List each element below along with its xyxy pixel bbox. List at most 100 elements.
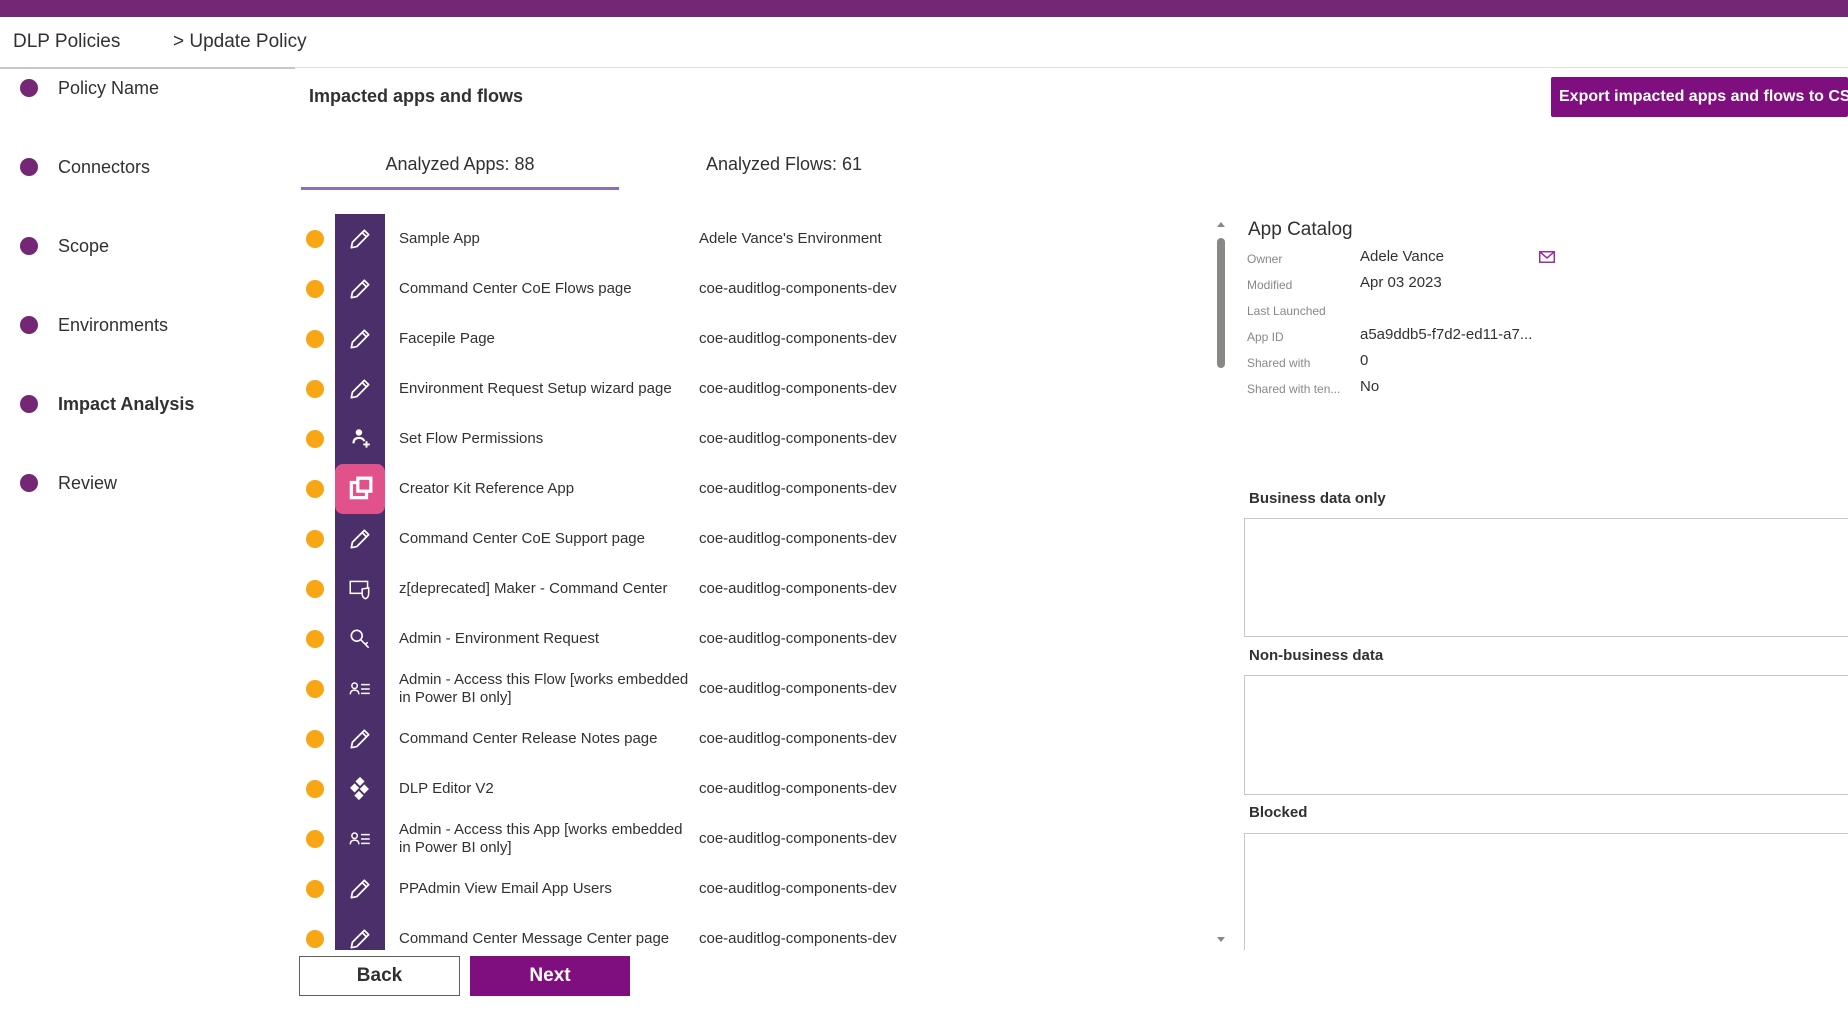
breadcrumb-update-policy: > Update Policy xyxy=(173,31,307,52)
list-item[interactable]: PPAdmin View Email App Users coe-auditlog… xyxy=(297,864,1217,914)
detail-key: App ID xyxy=(1247,330,1284,344)
list-item[interactable]: Command Center Release Notes page coe-aud… xyxy=(297,714,1217,764)
step-label: Impact Analysis xyxy=(58,393,195,414)
step-dot xyxy=(20,237,38,255)
detail-key: Last Launched xyxy=(1247,304,1326,318)
list-item[interactable]: Command Center Message Center page coe-au… xyxy=(297,914,1217,950)
diamond-grid-icon xyxy=(335,764,385,814)
app-name: Admin - Environment Request xyxy=(399,630,600,647)
list-item[interactable]: Environment Request Setup wizard page coe… xyxy=(297,364,1217,414)
warning-status-dot xyxy=(306,730,324,748)
breadcrumb-underline xyxy=(0,67,295,69)
list-item[interactable]: z[deprecated] Maker - Command Center coe-… xyxy=(297,564,1217,614)
pencil-icon xyxy=(335,514,385,564)
app-environment: coe-auditlog-components-dev xyxy=(699,730,897,747)
app-environment: coe-auditlog-components-dev xyxy=(699,830,897,847)
detail-shared-with: Shared with 0 xyxy=(1247,352,1667,374)
step-dot xyxy=(20,316,38,334)
app-name: z[deprecated] Maker - Command Center xyxy=(399,580,668,597)
detail-key: Shared with xyxy=(1247,356,1311,370)
app-name: Command Center CoE Support page xyxy=(399,530,645,547)
step-impact-analysis[interactable]: Impact Analysis xyxy=(20,389,194,419)
list-item[interactable]: Admin - Environment Request coe-auditlog-… xyxy=(297,614,1217,664)
non-business-data-box xyxy=(1244,675,1848,795)
step-label: Scope xyxy=(58,235,110,256)
app-environment: coe-auditlog-components-dev xyxy=(699,580,897,597)
step-review[interactable]: Review xyxy=(20,468,117,498)
detail-last-launched: Last Launched xyxy=(1247,300,1667,322)
app-environment: coe-auditlog-components-dev xyxy=(699,880,897,897)
list-item[interactable]: Creator Kit Reference App coe-auditlog-co… xyxy=(297,464,1217,514)
detail-value: Adele Vance xyxy=(1360,248,1444,265)
app-name: Sample App xyxy=(399,230,480,247)
scroll-down-arrow-icon[interactable] xyxy=(1217,937,1225,942)
next-button[interactable]: Next xyxy=(470,956,630,996)
list-item[interactable]: Set Flow Permissions coe-auditlog-compone… xyxy=(297,414,1217,464)
back-button[interactable]: Back xyxy=(299,956,460,996)
pencil-icon xyxy=(335,314,385,364)
warning-status-dot xyxy=(306,880,324,898)
app-name: Facepile Page xyxy=(399,330,495,347)
detail-value: a5a9ddb5-f7d2-ed11-a7... xyxy=(1360,326,1533,343)
list-item[interactable]: Admin - Access this App [works embedded … xyxy=(297,814,1217,864)
step-policy-name[interactable]: Policy Name xyxy=(20,73,159,103)
app-environment: coe-auditlog-components-dev xyxy=(699,330,897,347)
app-name: PPAdmin View Email App Users xyxy=(399,880,612,897)
tab-analyzed-flows[interactable]: Analyzed Flows: 61 xyxy=(640,154,928,190)
mail-icon[interactable] xyxy=(1539,251,1555,263)
business-data-box xyxy=(1244,518,1848,637)
detail-modified: Modified Apr 03 2023 xyxy=(1247,274,1667,296)
app-environment: coe-auditlog-components-dev xyxy=(699,430,897,447)
scroll-up-arrow-icon[interactable] xyxy=(1217,222,1225,227)
tab-analyzed-apps[interactable]: Analyzed Apps: 88 xyxy=(301,154,619,190)
warning-status-dot xyxy=(306,430,324,448)
warning-status-dot xyxy=(306,930,324,948)
blocked-box xyxy=(1244,833,1848,950)
detail-title: App Catalog xyxy=(1248,219,1353,240)
list-item[interactable]: Facepile Page coe-auditlog-components-dev xyxy=(297,314,1217,364)
app-name: Admin - Access this Flow [works embedded… xyxy=(399,671,689,706)
contact-list-icon xyxy=(335,814,385,864)
app-environment: Adele Vance's Environment xyxy=(699,230,882,247)
scrollbar-thumb[interactable] xyxy=(1217,238,1225,368)
pencil-icon xyxy=(335,864,385,914)
blocked-label: Blocked xyxy=(1249,804,1308,821)
business-data-label: Business data only xyxy=(1249,490,1386,507)
breadcrumb-dlp-policies[interactable]: DLP Policies xyxy=(13,31,120,53)
app-environment: coe-auditlog-components-dev xyxy=(699,780,897,797)
list-item[interactable]: Sample App Adele Vance's Environment xyxy=(297,214,1217,264)
app-environment: coe-auditlog-components-dev xyxy=(699,280,897,297)
step-connectors[interactable]: Connectors xyxy=(20,152,150,182)
warning-status-dot xyxy=(306,380,324,398)
app-environment: coe-auditlog-components-dev xyxy=(699,530,897,547)
app-environment: coe-auditlog-components-dev xyxy=(699,630,897,647)
app-name: Set Flow Permissions xyxy=(399,430,544,447)
list-item[interactable]: Admin - Access this Flow [works embedded… xyxy=(297,664,1217,714)
detail-value: Apr 03 2023 xyxy=(1360,274,1442,291)
list-item[interactable]: Command Center CoE Flows page coe-auditlo… xyxy=(297,264,1217,314)
step-label: Policy Name xyxy=(58,77,160,98)
step-label: Environments xyxy=(58,314,169,335)
list-item[interactable]: Command Center CoE Support page coe-audit… xyxy=(297,514,1217,564)
step-scope[interactable]: Scope xyxy=(20,231,109,261)
app-name: Admin - Access this App [works embedded … xyxy=(399,821,683,856)
pencil-icon xyxy=(335,364,385,414)
app-name: Command Center Release Notes page xyxy=(399,730,658,747)
list-item[interactable]: DLP Editor V2 coe-auditlog-components-dev xyxy=(297,764,1217,814)
app-environment: coe-auditlog-components-dev xyxy=(699,680,897,697)
app-name: Command Center Message Center page xyxy=(399,930,670,947)
pencil-icon xyxy=(335,264,385,314)
step-label: Review xyxy=(58,472,118,493)
export-csv-button[interactable]: Export impacted apps and flows to CSV xyxy=(1551,77,1848,117)
detail-owner: Owner Adele Vance xyxy=(1247,248,1667,270)
detail-key: Modified xyxy=(1247,278,1293,292)
key-icon xyxy=(335,614,385,664)
warning-status-dot xyxy=(306,630,324,648)
step-environments[interactable]: Environments xyxy=(20,310,168,340)
shield-screen-icon xyxy=(335,564,385,614)
warning-status-dot xyxy=(306,780,324,798)
warning-status-dot xyxy=(306,530,324,548)
list-scrollbar[interactable] xyxy=(1216,218,1228,948)
detail-value: 0 xyxy=(1360,352,1369,369)
warning-status-dot xyxy=(306,480,324,498)
